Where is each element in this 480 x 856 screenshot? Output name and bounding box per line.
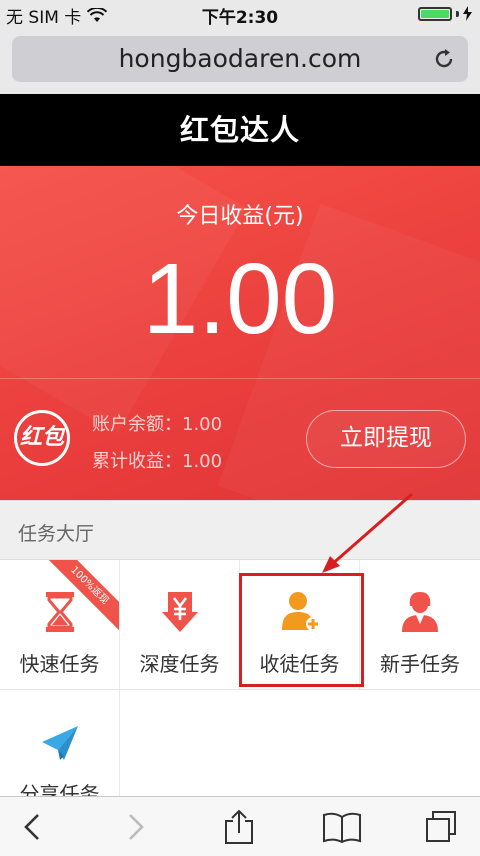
today-earnings-value: 1.00 [142, 243, 338, 355]
task-deep-label: 深度任务 [139, 652, 220, 676]
app-header: 红包达人 [0, 94, 480, 166]
newbie-user-icon [402, 592, 438, 632]
total-income-label: 累计收益： [92, 451, 182, 472]
forward-icon[interactable] [118, 809, 152, 845]
task-hall-header: 任务大厅 [0, 500, 480, 560]
task-share[interactable]: 分享任务 [0, 690, 120, 796]
hourglass-icon [46, 592, 74, 632]
hongbao-badge-text: 红包 [19, 425, 64, 450]
total-income-value: 1.00 [182, 451, 223, 472]
task-quick[interactable]: 100%返现 快速任务 [0, 560, 120, 690]
account-balance-value: 1.00 [182, 414, 223, 435]
paper-plane-icon [42, 726, 78, 760]
total-income: 累计收益：1.00 [92, 447, 222, 473]
url-text: hongbaodaren.com [118, 44, 362, 73]
bookmarks-icon[interactable] [322, 809, 362, 845]
status-time: 下午2:30 [201, 8, 279, 28]
task-deep[interactable]: 深度任务 [120, 560, 240, 690]
battery-cap [456, 10, 459, 17]
today-earnings-label: 今日收益(元) [176, 204, 304, 229]
earnings-divider [0, 378, 480, 379]
url-bar[interactable]: hongbaodaren.com [12, 36, 468, 82]
status-right [418, 6, 472, 21]
account-balance-label: 账户余额： [92, 414, 182, 435]
task-share-label: 分享任务 [19, 782, 100, 796]
app-title: 红包达人 [179, 113, 300, 147]
tabs-icon[interactable] [424, 809, 458, 845]
yen-download-icon [162, 592, 198, 632]
account-balance: 账户余额：1.00 [92, 410, 222, 436]
withdraw-button[interactable]: 立即提现 [306, 410, 466, 468]
back-icon[interactable] [16, 809, 50, 845]
task-newbie[interactable]: 新手任务 [360, 560, 480, 690]
highlight-box [239, 573, 364, 687]
share-icon[interactable] [222, 809, 256, 845]
status-bar: 无 SIM 卡 下午2:30 [0, 0, 480, 28]
browser-url-area: hongbaodaren.com [0, 28, 480, 94]
browser-toolbar [0, 796, 480, 856]
hongbao-badge-icon: 红包 [14, 410, 70, 466]
task-newbie-label: 新手任务 [380, 652, 460, 676]
task-hall-title: 任务大厅 [18, 523, 95, 545]
earnings-panel: 今日收益(元) 1.00 红包 账户余额：1.00 累计收益：1.00 立即提现 [0, 166, 480, 500]
task-quick-label: 快速任务 [19, 652, 100, 676]
charging-bolt-icon [463, 6, 472, 21]
battery-icon [418, 6, 452, 21]
battery-fill [421, 9, 449, 18]
reload-icon[interactable] [432, 47, 456, 71]
